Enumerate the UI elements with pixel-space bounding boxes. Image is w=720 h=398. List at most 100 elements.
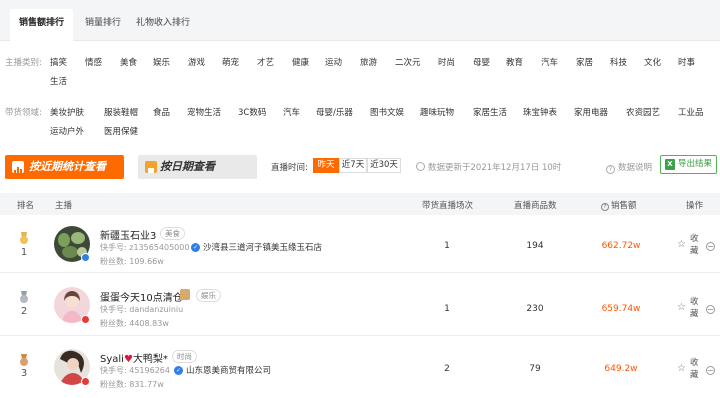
goods-category-chip[interactable]: 宠物生活 [187,106,221,118]
rank-number: 2 [20,306,28,317]
host-category-chip[interactable]: 教育 [506,56,523,68]
time-option-7days[interactable]: 近7天 [339,158,367,173]
kuaishou-id-value: z13565405000 [129,243,190,252]
header-action: 操作 [686,201,704,211]
host-category-chip[interactable]: 科技 [610,56,627,68]
host-category-chip[interactable]: 健康 [292,56,309,68]
goods-category-chip[interactable]: 美妆护肤 [50,106,84,118]
host-category-chip[interactable]: 文化 [644,56,661,68]
goods-category-chip[interactable]: 医用保健 [104,125,138,137]
host-category-chip[interactable]: 母婴 [473,56,490,68]
verified-icon: ✓ [191,243,200,252]
goods-value: 230 [526,304,544,314]
host-name[interactable]: 蛋蛋今天10点清仓 [100,289,183,304]
sessions-value: 2 [444,364,450,374]
host-category-chip[interactable]: 汽车 [541,56,558,68]
tab-sales-ranking[interactable]: 销售额排行 [10,9,73,41]
fans-count: 粉丝数: 4408.83w [100,318,169,329]
heart-icon: ♥ [123,354,133,365]
host-category-chip[interactable]: 娱乐 [153,56,170,68]
sessions-value: 1 [444,304,450,314]
daily-view-label: 按日期查看 [160,160,215,173]
favorite-button[interactable]: 收藏 [690,296,700,320]
data-note-link[interactable]: ? 数据说明 [606,161,652,174]
tab-volume-ranking[interactable]: 销量排行 [82,9,124,41]
rank-number: 1 [20,247,28,258]
export-label: 导出结果 [678,159,713,169]
host-category-chip[interactable]: 运动 [325,56,342,68]
silver-medal-icon [20,291,28,303]
host-tag: 娱乐 [196,289,221,302]
fans-count: 粉丝数: 831.77w [100,379,164,390]
sessions-value: 1 [444,241,450,251]
tab-gift-ranking[interactable]: 礼物收入排行 [136,9,190,41]
goods-category-chip[interactable]: 家居生活 [473,106,507,118]
shop-name[interactable]: 山东恩美商贸有限公司 [186,364,271,376]
host-category-chip[interactable]: 美食 [120,56,137,68]
host-category-chip[interactable]: 搞笑 [50,56,67,68]
help-icon: ? [606,165,615,174]
info-icon: ? [601,203,609,211]
remove-icon[interactable]: − [706,305,715,314]
export-button[interactable]: X 导出结果 [660,155,717,174]
goods-category-chip[interactable]: 母婴/乐器 [316,106,353,118]
daily-view-button[interactable]: 按日期查看 [138,155,257,179]
goods-category-chip[interactable]: 农资园艺 [626,106,660,118]
goods-category-chip[interactable]: 运动户外 [50,125,84,137]
fans-value: 831.77w [129,380,164,389]
host-category-chip[interactable]: 情感 [85,56,102,68]
goods-category-chip[interactable]: 图书文娱 [370,106,404,118]
remove-icon[interactable]: − [706,366,715,375]
shop-name[interactable]: 沙湾县三道河子镇美玉缘玉石店 [203,241,322,253]
host-category-chip[interactable]: 萌宠 [222,56,239,68]
goods-category-chip[interactable]: 工业品 [678,106,704,118]
header-sales: ? 销售额 [601,199,637,211]
host-category-chip[interactable]: 生活 [50,75,67,87]
goods-category-chip[interactable]: 趣味玩物 [420,106,454,118]
favorite-button[interactable]: 收藏 [690,233,700,257]
host-category-chip[interactable]: 二次元 [395,56,421,68]
sales-value: 649.2w [604,364,638,374]
goods-category-chip[interactable]: 家用电器 [574,106,608,118]
kuaishou-id: 快手号: 45196264 [100,365,170,376]
kuaishou-id-value: dandanzuiniu [129,305,184,314]
goods-value: 79 [529,364,541,374]
favorite-button[interactable]: 收藏 [690,357,700,381]
header-goods: 直播商品数 [514,201,557,211]
host-name[interactable]: 新疆玉石业3 [100,227,156,242]
host-category-chip[interactable]: 旅游 [360,56,377,68]
star-icon[interactable]: ☆ [677,239,686,250]
goods-category-chip[interactable]: 珠宝钟表 [523,106,557,118]
update-time-text: 数据更新于2021年12月17日 10时 [416,161,561,173]
live-badge-icon [81,315,90,324]
table-row: 2 蛋蛋今天10点清仓 娱乐 快手号: dandanzuiniu 粉丝数: 44… [0,274,720,336]
goods-category-chip[interactable]: 3C数码 [238,106,266,118]
host-name[interactable]: Syali♥大鸭梨* [100,350,168,365]
star-icon[interactable]: ☆ [677,302,686,313]
time-option-30days[interactable]: 近30天 [367,158,401,173]
kuaishou-id: 快手号: z13565405000 [100,242,189,253]
header-host: 主播 [55,201,73,211]
host-category-chip[interactable]: 时事 [678,56,695,68]
excel-icon: X [665,159,675,170]
host-category-chip[interactable]: 游戏 [188,56,205,68]
remove-icon[interactable]: − [706,242,715,251]
goods-category-chip[interactable]: 服装鞋帽 [104,106,138,118]
host-category-chip[interactable]: 家居 [576,56,593,68]
host-category-chip[interactable]: 时尚 [438,56,455,68]
fans-label: 粉丝数: [100,319,127,328]
host-category-chip[interactable]: 才艺 [257,56,274,68]
fans-value: 109.66w [129,257,164,266]
fans-count: 粉丝数: 109.66w [100,256,164,267]
table-header: 排名 主播 带货直播场次 直播商品数 ? 销售额 操作 [0,193,720,215]
recent-stats-button[interactable]: 按近期统计查看 [5,155,124,179]
clock-icon [416,162,425,171]
live-badge-icon [81,377,90,386]
table-row: 1 新疆玉石业3 美食 快手号: z13565405000 ✓ 沙湾县三道河子镇… [0,215,720,273]
time-option-yesterday[interactable]: 昨天 [313,158,339,173]
goods-category-chip[interactable]: 汽车 [283,106,300,118]
star-icon[interactable]: ☆ [677,363,686,374]
sales-value: 662.72w [601,241,641,251]
goods-category-chip[interactable]: 食品 [153,106,170,118]
kuaishou-label: 快手号: [100,366,127,375]
